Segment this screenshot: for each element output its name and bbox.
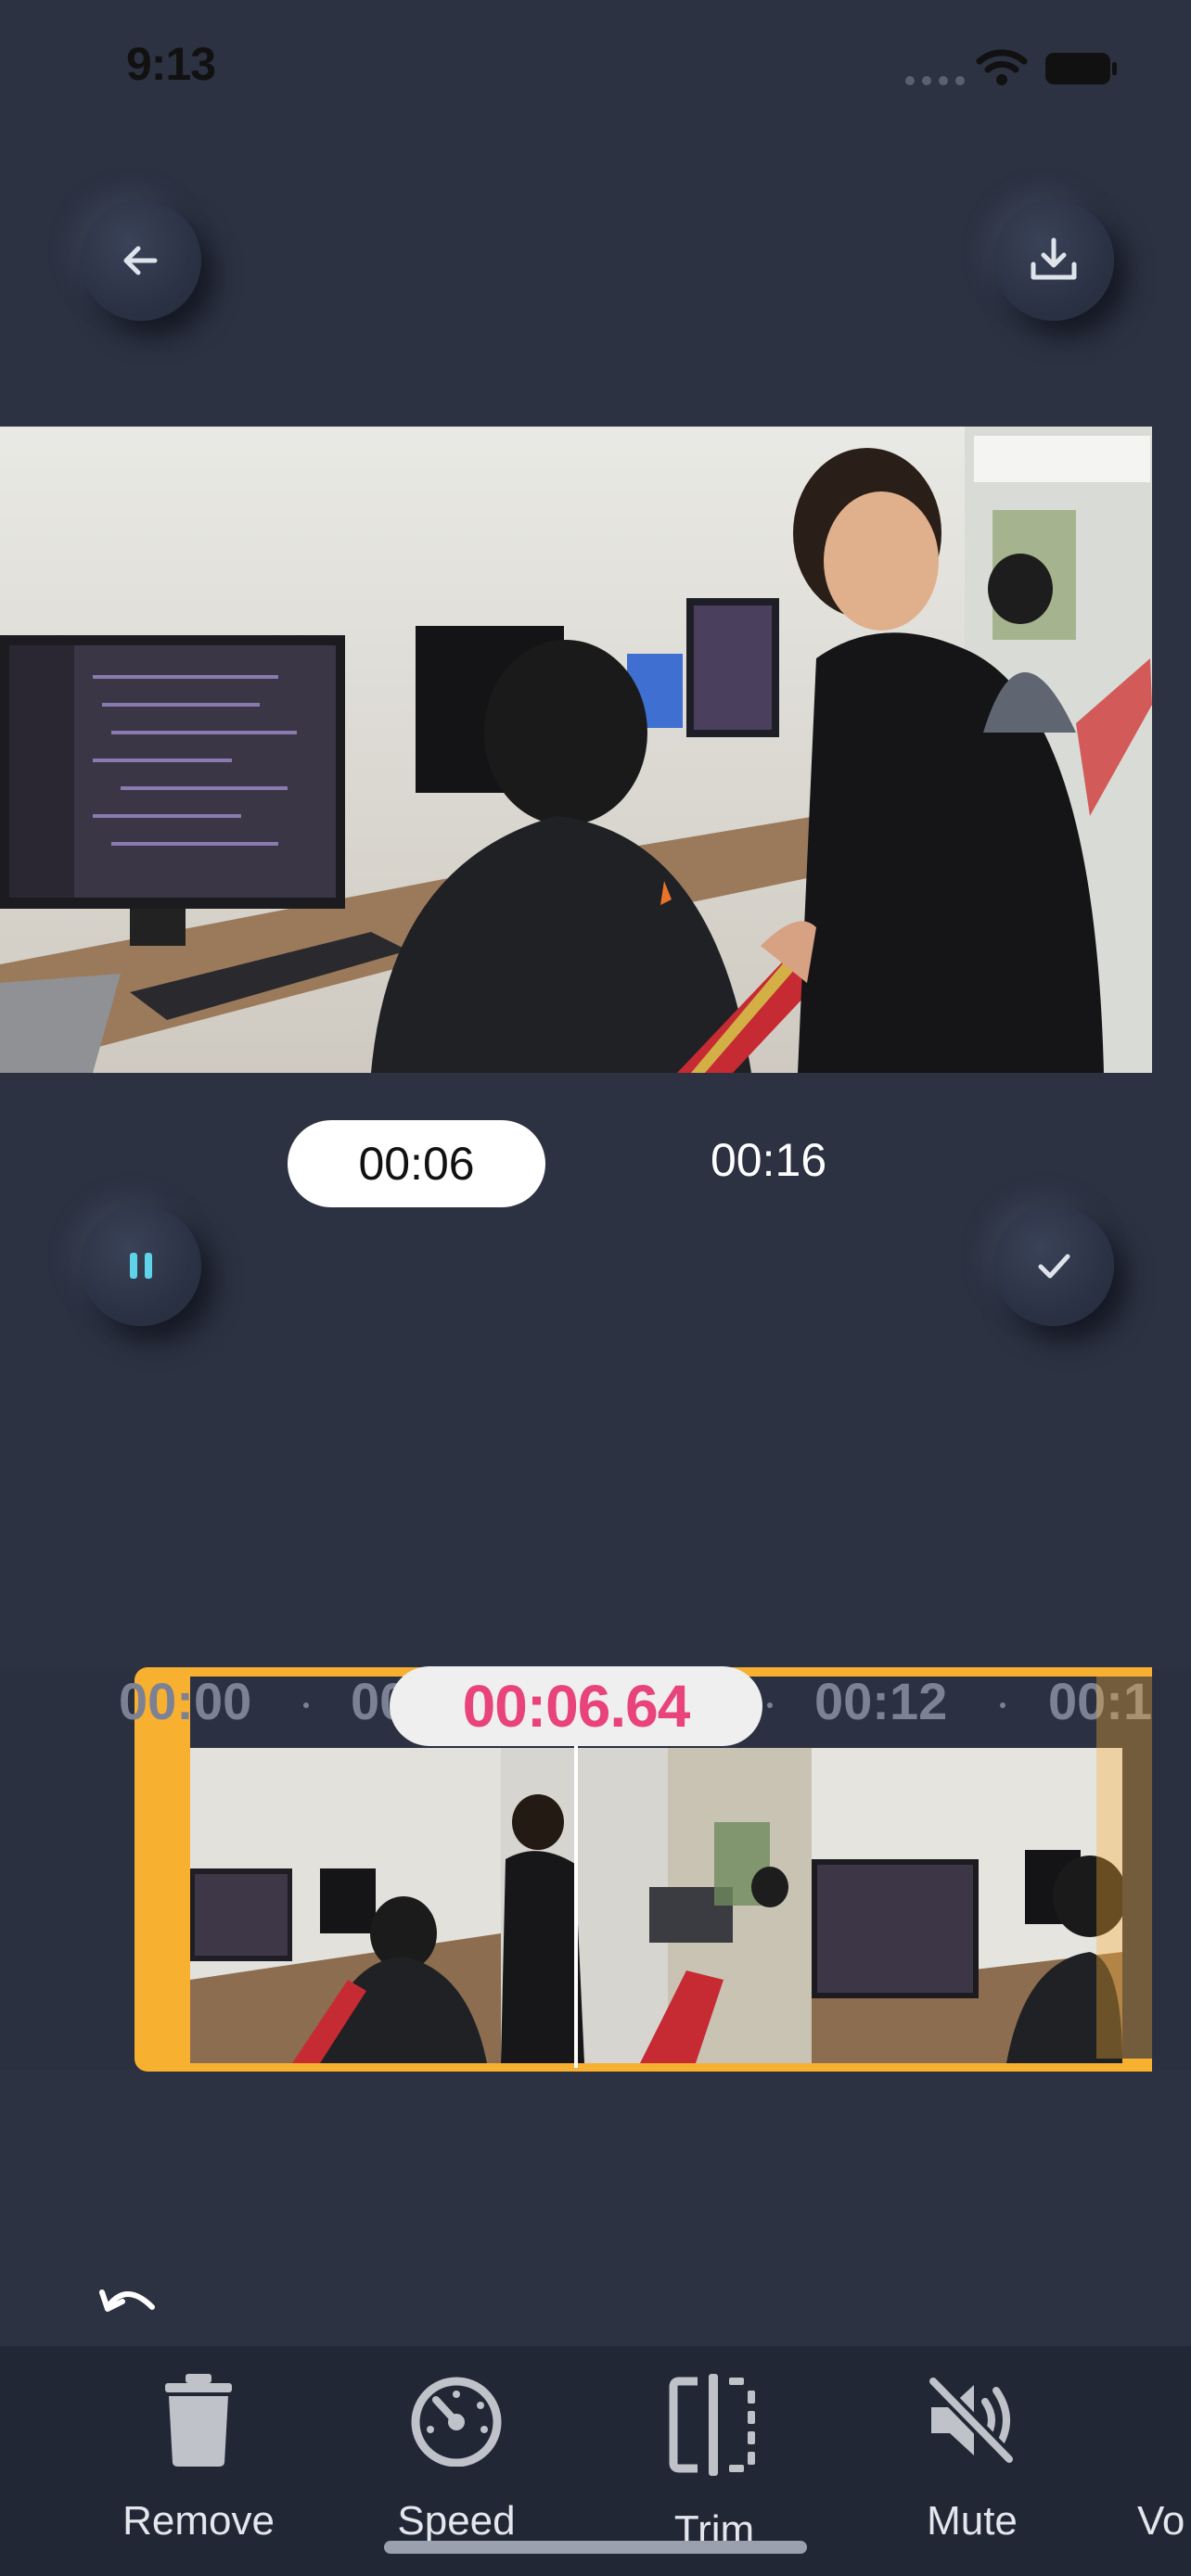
timeline-tick-dot [303,1702,309,1708]
timeline-tick-dot [1000,1702,1005,1708]
status-time: 9:13 [126,38,216,90]
battery-icon [1045,53,1117,84]
timeline-thumbnail [812,1748,1122,2063]
timeline-thumbnails [190,1748,1122,2063]
current-time-pill: 00:06 [288,1120,545,1207]
arrow-left-icon [123,246,158,275]
cellular-signal-icon [905,76,965,85]
download-icon [1031,237,1077,280]
pause-button[interactable] [81,1205,201,1326]
home-indicator[interactable] [384,2541,807,2554]
speedometer-icon [411,2377,502,2467]
volume-button[interactable]: Vo [1137,2374,1191,2544]
trash-icon [165,2374,232,2467]
mute-button[interactable]: Mute [879,2374,1065,2544]
playhead-line[interactable] [574,1743,578,2068]
timeline-end-handle[interactable] [1096,1677,1152,2059]
undo-icon[interactable] [98,2279,160,2316]
speed-button[interactable]: Speed [364,2374,549,2544]
remove-label: Remove [122,2498,275,2544]
trim-icon [669,2374,755,2476]
video-preview[interactable] [0,427,1152,1073]
pause-icon [130,1253,152,1279]
timeline-tick-dot [767,1702,773,1708]
download-button[interactable] [993,200,1114,321]
total-duration: 00:16 [711,1134,827,1186]
wifi-icon [976,49,1028,85]
remove-button[interactable]: Remove [106,2374,291,2544]
volume-label: Vo [1137,2498,1185,2544]
speed-label: Speed [397,2498,516,2544]
playhead-time: 00:06.64 [390,1666,762,1746]
timeline-thumbnail [190,1748,501,2063]
check-icon [1038,1254,1070,1279]
trim-button[interactable]: Trim [621,2374,807,2554]
confirm-button[interactable] [993,1205,1114,1326]
timeline-thumbnail [501,1748,812,2063]
timeline-tick-label: 00:00 [119,1672,252,1730]
back-button[interactable] [81,200,201,321]
mute-icon [926,2374,1017,2467]
video-frame-image [0,427,1152,1073]
mute-label: Mute [927,2498,1018,2544]
timeline-tick-label: 00:12 [814,1672,948,1730]
